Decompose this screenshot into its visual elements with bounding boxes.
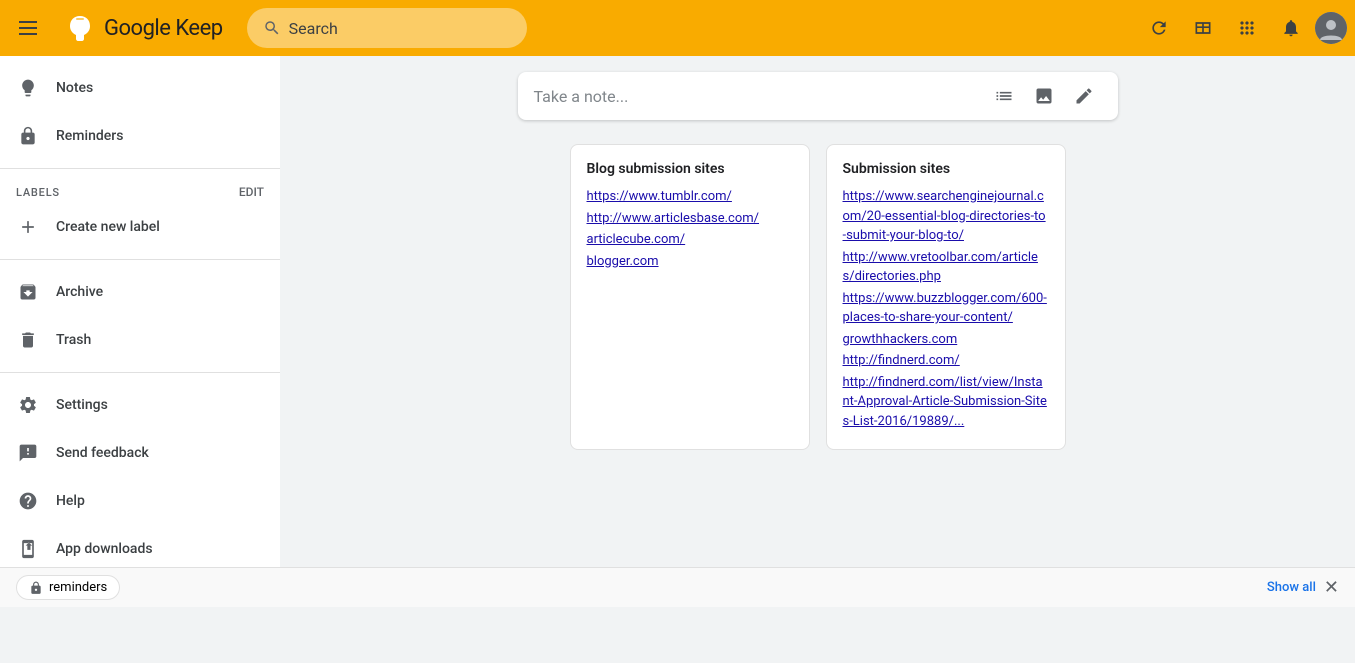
note-link-2-4[interactable]: http://findnerd.com/ [843,351,1049,371]
bottom-bar: reminders Show all ✕ [0,567,1355,607]
avatar[interactable] [1315,12,1347,44]
sidebar-divider-3 [0,372,280,373]
reminders-icon [16,124,40,148]
new-list-button[interactable] [986,78,1022,114]
note-title-2: Submission sites [843,161,1049,177]
note-card-1[interactable]: Blog submission sites https://www.tumblr… [570,144,810,450]
new-drawing-button[interactable] [1066,78,1102,114]
help-icon [16,489,40,513]
logo-text: Google Keep [104,16,223,41]
note-link-1-1[interactable]: http://www.articlesbase.com/ [587,209,793,229]
new-image-button[interactable] [1026,78,1062,114]
trash-label: Trash [56,332,91,348]
refresh-button[interactable] [1139,8,1179,48]
feedback-icon [16,441,40,465]
reminder-chip-icon [29,581,43,595]
logo: Google Keep [60,8,223,48]
notes-grid: Blog submission sites https://www.tumblr… [304,144,1331,450]
trash-icon [16,328,40,352]
note-link-2-5[interactable]: http://findnerd.com/list/view/Instant-Ap… [843,373,1049,432]
labels-heading: Labels [16,186,60,199]
sidebar-item-reminders[interactable]: Reminders [0,112,264,160]
header-right [1139,8,1347,48]
hamburger-icon[interactable] [8,8,48,48]
archive-icon [16,280,40,304]
sidebar: Notes Reminders Labels EDIT Create new l… [0,56,280,607]
layout-toggle-button[interactable] [1183,8,1223,48]
note-content-2: https://www.searchenginejournal.com/20-e… [843,187,1049,431]
close-bottom-button[interactable]: ✕ [1324,577,1339,598]
app-downloads-label: App downloads [56,541,153,557]
labels-section-header: Labels EDIT [0,177,280,203]
sidebar-item-notes[interactable]: Notes [0,64,264,112]
note-title-1: Blog submission sites [587,161,793,177]
sidebar-item-archive[interactable]: Archive [0,268,264,316]
note-link-1-2[interactable]: articlecube.com/ [587,230,793,250]
header: Google Keep Search [0,0,1355,56]
archive-label: Archive [56,284,103,300]
header-left: Google Keep Search [8,8,527,48]
sidebar-item-settings[interactable]: Settings [0,381,264,429]
lightbulb-icon [16,76,40,100]
note-card-2[interactable]: Submission sites https://www.searchengin… [826,144,1066,450]
reminder-chip-label: reminders [49,580,107,595]
download-icon [16,537,40,561]
sidebar-item-create-label[interactable]: Create new label [0,203,264,251]
settings-label: Settings [56,397,108,413]
feedback-label: Send feedback [56,445,149,461]
show-all-button[interactable]: Show all [1267,580,1316,595]
note-link-2-1[interactable]: http://www.vretoolbar.com/articles/direc… [843,248,1049,287]
notifications-button[interactable] [1271,8,1311,48]
sidebar-divider-2 [0,259,280,260]
reminders-chip[interactable]: reminders [16,575,120,600]
reminders-label: Reminders [56,128,123,144]
settings-icon [16,393,40,417]
main-content: Take a note... [280,56,1355,607]
sidebar-item-trash[interactable]: Trash [0,316,264,364]
note-link-1-0[interactable]: https://www.tumblr.com/ [587,187,793,207]
note-link-1-3[interactable]: blogger.com [587,252,793,272]
note-toolbar [986,78,1102,114]
sidebar-item-feedback[interactable]: Send feedback [0,429,264,477]
help-label: Help [56,493,85,509]
add-label-icon [16,215,40,239]
apps-button[interactable] [1227,8,1267,48]
note-link-2-0[interactable]: https://www.searchenginejournal.com/20-e… [843,187,1049,246]
sidebar-divider-1 [0,168,280,169]
layout: Notes Reminders Labels EDIT Create new l… [0,56,1355,607]
note-input-bar[interactable]: Take a note... [518,72,1118,120]
search-icon [263,19,281,37]
sidebar-item-app-downloads[interactable]: App downloads [0,525,264,573]
search-bar[interactable]: Search [247,8,527,48]
search-placeholder: Search [289,19,338,38]
note-content-1: https://www.tumblr.com/ http://www.artic… [587,187,793,271]
notes-label: Notes [56,80,93,96]
note-link-2-3[interactable]: growthhackers.com [843,330,1049,350]
sidebar-item-help[interactable]: Help [0,477,264,525]
create-new-label-text: Create new label [56,219,160,235]
note-input-placeholder: Take a note... [534,87,986,106]
note-link-2-2[interactable]: https://www.buzzblogger.com/600-places-t… [843,289,1049,328]
edit-labels-button[interactable]: EDIT [239,185,264,199]
